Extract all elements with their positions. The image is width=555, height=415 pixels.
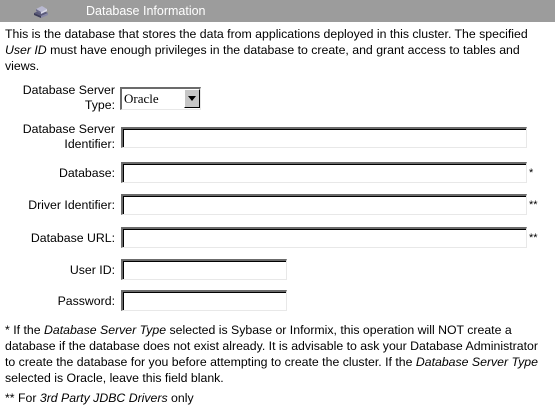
server-type-selected-value: Oracle <box>124 91 159 106</box>
database-url-input[interactable] <box>121 227 527 248</box>
server-identifier-input[interactable] <box>121 127 527 148</box>
note-part3: selected is Oracle, leave this field bla… <box>5 371 224 385</box>
jdbc-note-part1: ** For <box>5 391 40 405</box>
database-url-label: Database URL: <box>30 231 115 245</box>
intro-text: This is the database that stores the dat… <box>5 26 550 74</box>
single-asterisk-note: * If the Database Server Type selected i… <box>5 322 550 386</box>
database-input[interactable] <box>121 162 527 183</box>
server-type-label-line1: Database Server <box>22 83 115 97</box>
user-id-input[interactable] <box>121 259 287 280</box>
note-term2: Database Server Type <box>415 355 538 369</box>
server-type-dropdown-button[interactable] <box>184 89 200 108</box>
driver-identifier-note-mark: ** <box>529 199 538 211</box>
driver-identifier-input[interactable] <box>121 194 527 215</box>
note-part1: * If the <box>5 323 44 337</box>
jdbc-note-part2: only <box>167 391 194 405</box>
server-identifier-label-line1: Database Server <box>22 122 115 136</box>
user-id-label: User ID: <box>69 263 115 277</box>
double-asterisk-note: ** For 3rd Party JDBC Drivers only <box>5 390 550 406</box>
database-required-mark: * <box>529 167 534 179</box>
password-input[interactable] <box>121 290 287 311</box>
section-title: Database Information <box>86 4 206 18</box>
server-type-label: Database Server Type: <box>23 83 115 113</box>
database-label: Database: <box>58 166 115 180</box>
jdbc-note-term: 3rd Party JDBC Drivers <box>39 391 168 405</box>
password-label: Password: <box>57 294 115 308</box>
server-type-select[interactable]: Oracle <box>120 87 201 110</box>
database-icon <box>32 4 50 18</box>
chevron-down-icon <box>188 96 196 101</box>
user-id-term: User ID <box>5 43 47 57</box>
note-term1: Database Server Type <box>43 323 167 337</box>
database-url-note-mark: ** <box>529 232 538 244</box>
server-identifier-label-line2: Identifier: <box>64 137 115 151</box>
server-type-label-line2: Type: <box>84 98 115 112</box>
server-identifier-label: Database Server Identifier: <box>23 122 115 152</box>
section-header: Database Information <box>0 0 555 22</box>
driver-identifier-label: Driver Identifier: <box>28 198 115 212</box>
intro-text-part1: This is the database that stores the dat… <box>5 27 528 41</box>
intro-text-part2: must have enough privileges in the datab… <box>5 43 520 73</box>
